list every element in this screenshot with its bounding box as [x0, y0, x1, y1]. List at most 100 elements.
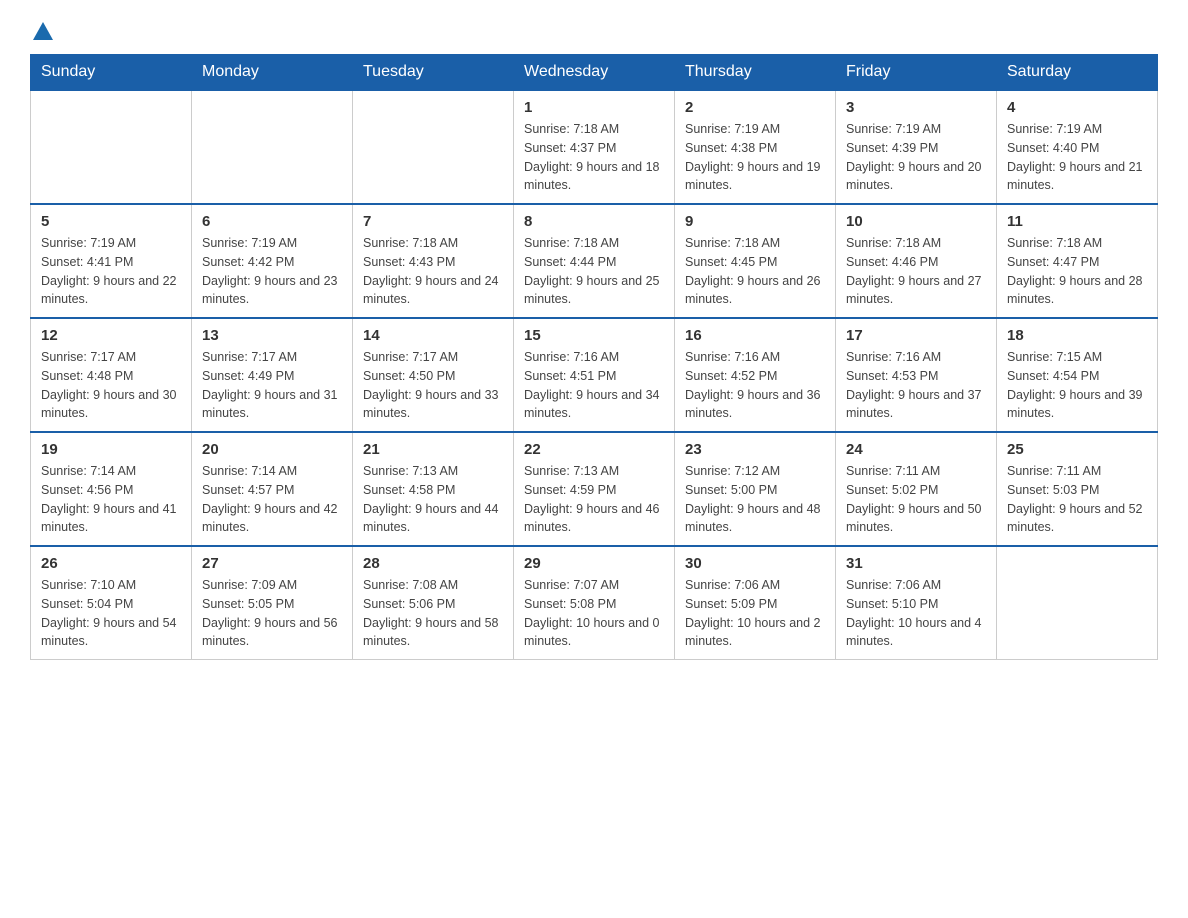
calendar-cell	[31, 90, 192, 204]
day-info: Sunrise: 7:18 AMSunset: 4:46 PMDaylight:…	[846, 234, 986, 309]
calendar-cell: 19 Sunrise: 7:14 AMSunset: 4:56 PMDayligh…	[31, 432, 192, 546]
calendar-header-saturday: Saturday	[997, 55, 1158, 91]
day-info: Sunrise: 7:18 AMSunset: 4:45 PMDaylight:…	[685, 234, 825, 309]
day-number: 2	[685, 99, 825, 116]
calendar-cell: 28Sunrise: 7:08 AMSunset: 5:06 PMDayligh…	[353, 546, 514, 660]
calendar-header-sunday: Sunday	[31, 55, 192, 91]
day-number: 12	[41, 327, 181, 344]
day-number: 19	[41, 441, 181, 458]
day-info: Sunrise: 7:06 AMSunset: 5:09 PMDaylight:…	[685, 576, 825, 651]
day-number: 10	[846, 213, 986, 230]
day-number: 21	[363, 441, 503, 458]
day-number: 25	[1007, 441, 1147, 458]
calendar-cell: 27 Sunrise: 7:09 AMSunset: 5:05 PMDayligh…	[192, 546, 353, 660]
day-info: Sunrise: 7:11 AMSunset: 5:03 PMDaylight:…	[1007, 462, 1147, 537]
day-number: 27	[202, 555, 342, 572]
calendar-cell: 30 Sunrise: 7:06 AMSunset: 5:09 PMDayligh…	[675, 546, 836, 660]
day-number: 18	[1007, 327, 1147, 344]
calendar-cell: 8Sunrise: 7:18 AMSunset: 4:44 PMDaylight…	[514, 204, 675, 318]
calendar-cell: 29Sunrise: 7:07 AMSunset: 5:08 PMDayligh…	[514, 546, 675, 660]
day-number: 9	[685, 213, 825, 230]
calendar-table: SundayMondayTuesdayWednesdayThursdayFrid…	[30, 54, 1158, 660]
calendar-cell: 6 Sunrise: 7:19 AMSunset: 4:42 PMDaylight…	[192, 204, 353, 318]
day-number: 30	[685, 555, 825, 572]
calendar-cell: 22 Sunrise: 7:13 AMSunset: 4:59 PMDayligh…	[514, 432, 675, 546]
calendar-cell: 7Sunrise: 7:18 AMSunset: 4:43 PMDaylight…	[353, 204, 514, 318]
day-number: 14	[363, 327, 503, 344]
day-info: Sunrise: 7:16 AMSunset: 4:53 PMDaylight:…	[846, 348, 986, 423]
day-info: Sunrise: 7:19 AMSunset: 4:39 PMDaylight:…	[846, 120, 986, 195]
calendar-cell: 3 Sunrise: 7:19 AMSunset: 4:39 PMDaylight…	[836, 90, 997, 204]
day-info: Sunrise: 7:10 AMSunset: 5:04 PMDaylight:…	[41, 576, 181, 651]
day-number: 20	[202, 441, 342, 458]
day-number: 8	[524, 213, 664, 230]
day-info: Sunrise: 7:19 AMSunset: 4:42 PMDaylight:…	[202, 234, 342, 309]
page-header	[30, 20, 1158, 44]
day-number: 16	[685, 327, 825, 344]
week-row-3: 12 Sunrise: 7:17 AMSunset: 4:48 PMDayligh…	[31, 318, 1158, 432]
day-info: Sunrise: 7:13 AMSunset: 4:59 PMDaylight:…	[524, 462, 664, 537]
calendar-header-monday: Monday	[192, 55, 353, 91]
calendar-header-row: SundayMondayTuesdayWednesdayThursdayFrid…	[31, 55, 1158, 91]
day-number: 15	[524, 327, 664, 344]
calendar-header-friday: Friday	[836, 55, 997, 91]
calendar-cell: 9 Sunrise: 7:18 AMSunset: 4:45 PMDaylight…	[675, 204, 836, 318]
day-info: Sunrise: 7:16 AMSunset: 4:51 PMDaylight:…	[524, 348, 664, 423]
day-info: Sunrise: 7:15 AMSunset: 4:54 PMDaylight:…	[1007, 348, 1147, 423]
day-number: 13	[202, 327, 342, 344]
day-info: Sunrise: 7:19 AMSunset: 4:38 PMDaylight:…	[685, 120, 825, 195]
day-number: 28	[363, 555, 503, 572]
calendar-cell	[353, 90, 514, 204]
day-info: Sunrise: 7:12 AMSunset: 5:00 PMDaylight:…	[685, 462, 825, 537]
week-row-1: 1Sunrise: 7:18 AMSunset: 4:37 PMDaylight…	[31, 90, 1158, 204]
week-row-4: 19 Sunrise: 7:14 AMSunset: 4:56 PMDayligh…	[31, 432, 1158, 546]
day-info: Sunrise: 7:14 AMSunset: 4:57 PMDaylight:…	[202, 462, 342, 537]
calendar-cell: 24 Sunrise: 7:11 AMSunset: 5:02 PMDayligh…	[836, 432, 997, 546]
day-info: Sunrise: 7:17 AMSunset: 4:49 PMDaylight:…	[202, 348, 342, 423]
week-row-2: 5Sunrise: 7:19 AMSunset: 4:41 PMDaylight…	[31, 204, 1158, 318]
calendar-cell: 15 Sunrise: 7:16 AMSunset: 4:51 PMDayligh…	[514, 318, 675, 432]
calendar-cell: 17 Sunrise: 7:16 AMSunset: 4:53 PMDayligh…	[836, 318, 997, 432]
calendar-cell: 25 Sunrise: 7:11 AMSunset: 5:03 PMDayligh…	[997, 432, 1158, 546]
calendar-cell: 14 Sunrise: 7:17 AMSunset: 4:50 PMDayligh…	[353, 318, 514, 432]
day-number: 11	[1007, 213, 1147, 230]
calendar-cell: 13 Sunrise: 7:17 AMSunset: 4:49 PMDayligh…	[192, 318, 353, 432]
calendar-header-wednesday: Wednesday	[514, 55, 675, 91]
day-info: Sunrise: 7:11 AMSunset: 5:02 PMDaylight:…	[846, 462, 986, 537]
day-number: 24	[846, 441, 986, 458]
logo-triangle-icon	[32, 20, 54, 42]
day-info: Sunrise: 7:09 AMSunset: 5:05 PMDaylight:…	[202, 576, 342, 651]
day-number: 29	[524, 555, 664, 572]
day-number: 22	[524, 441, 664, 458]
day-number: 17	[846, 327, 986, 344]
day-number: 31	[846, 555, 986, 572]
week-row-5: 26 Sunrise: 7:10 AMSunset: 5:04 PMDayligh…	[31, 546, 1158, 660]
day-number: 26	[41, 555, 181, 572]
calendar-cell: 18 Sunrise: 7:15 AMSunset: 4:54 PMDayligh…	[997, 318, 1158, 432]
day-number: 3	[846, 99, 986, 116]
day-info: Sunrise: 7:16 AMSunset: 4:52 PMDaylight:…	[685, 348, 825, 423]
day-info: Sunrise: 7:17 AMSunset: 4:48 PMDaylight:…	[41, 348, 181, 423]
calendar-cell: 10 Sunrise: 7:18 AMSunset: 4:46 PMDayligh…	[836, 204, 997, 318]
calendar-cell: 2 Sunrise: 7:19 AMSunset: 4:38 PMDaylight…	[675, 90, 836, 204]
calendar-cell	[997, 546, 1158, 660]
day-number: 6	[202, 213, 342, 230]
calendar-cell	[192, 90, 353, 204]
calendar-cell: 26 Sunrise: 7:10 AMSunset: 5:04 PMDayligh…	[31, 546, 192, 660]
day-number: 4	[1007, 99, 1147, 116]
logo	[30, 20, 54, 44]
calendar-cell: 23 Sunrise: 7:12 AMSunset: 5:00 PMDayligh…	[675, 432, 836, 546]
day-info: Sunrise: 7:17 AMSunset: 4:50 PMDaylight:…	[363, 348, 503, 423]
calendar-cell: 21 Sunrise: 7:13 AMSunset: 4:58 PMDayligh…	[353, 432, 514, 546]
calendar-cell: 12 Sunrise: 7:17 AMSunset: 4:48 PMDayligh…	[31, 318, 192, 432]
day-number: 23	[685, 441, 825, 458]
day-number: 1	[524, 99, 664, 116]
calendar-cell: 16 Sunrise: 7:16 AMSunset: 4:52 PMDayligh…	[675, 318, 836, 432]
calendar-cell: 20 Sunrise: 7:14 AMSunset: 4:57 PMDayligh…	[192, 432, 353, 546]
day-info: Sunrise: 7:14 AMSunset: 4:56 PMDaylight:…	[41, 462, 181, 537]
calendar-cell: 11Sunrise: 7:18 AMSunset: 4:47 PMDayligh…	[997, 204, 1158, 318]
calendar-cell: 4Sunrise: 7:19 AMSunset: 4:40 PMDaylight…	[997, 90, 1158, 204]
day-number: 7	[363, 213, 503, 230]
calendar-cell: 5Sunrise: 7:19 AMSunset: 4:41 PMDaylight…	[31, 204, 192, 318]
day-info: Sunrise: 7:13 AMSunset: 4:58 PMDaylight:…	[363, 462, 503, 537]
